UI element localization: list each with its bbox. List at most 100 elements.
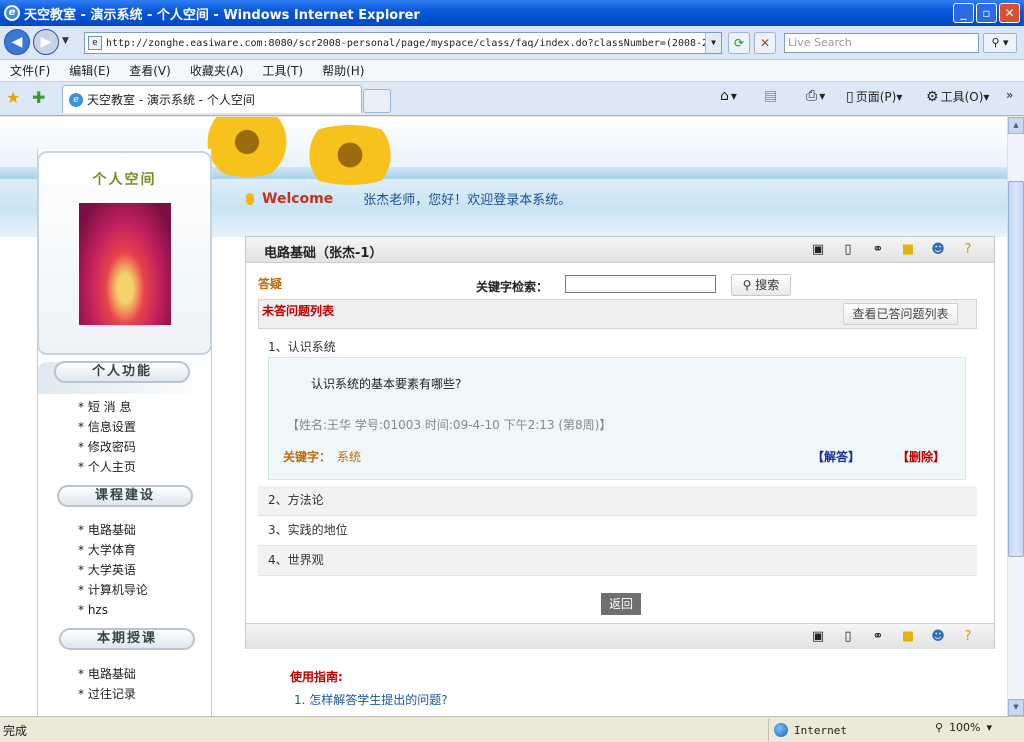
sidebar-item-teaching[interactable]: 电路基础 bbox=[78, 665, 136, 682]
keyword-input[interactable] bbox=[565, 275, 716, 293]
keyword-value: 系统 bbox=[337, 450, 362, 464]
search-go-button[interactable]: ⚲ ▾ bbox=[983, 33, 1017, 53]
help-icon[interactable]: ? bbox=[958, 241, 978, 259]
minimize-button[interactable]: _ bbox=[953, 3, 974, 23]
sidebar-item-change-password[interactable]: 修改密码 bbox=[78, 438, 136, 455]
page-content: Welcome 张杰老师，您好！欢迎登录本系统。 个人空间 个人功能 短 消 息… bbox=[0, 117, 1007, 716]
menu-tools[interactable]: 工具(T) bbox=[262, 62, 303, 79]
window-title: 天空教室 - 演示系统 - 个人空间 - Windows Internet Ex… bbox=[24, 7, 420, 23]
keyword-row-label: 关键字： bbox=[283, 450, 332, 464]
menu-view[interactable]: 查看(V) bbox=[129, 62, 171, 79]
search-button[interactable]: ⚲ 搜索 bbox=[731, 274, 791, 296]
scroll-up-icon[interactable]: ▲ bbox=[1008, 117, 1024, 134]
title-bar: e 天空教室 - 演示系统 - 个人空间 - Windows Internet … bbox=[0, 0, 1024, 26]
ie-logo-icon: e bbox=[4, 5, 20, 21]
tools-menu-button[interactable]: ⚙ 工具(O) ▾ bbox=[926, 88, 989, 105]
security-zone: Internet bbox=[768, 719, 928, 741]
vertical-scrollbar[interactable]: ▲ ▼ bbox=[1007, 117, 1024, 716]
home-button[interactable]: ⌂ ▾ bbox=[720, 88, 737, 104]
welcome-bar: Welcome 张杰老师，您好！欢迎登录本系统。 bbox=[246, 189, 571, 208]
welcome-message: 张杰老师，您好！欢迎登录本系统。 bbox=[363, 193, 572, 208]
scroll-down-icon[interactable]: ▼ bbox=[1008, 699, 1024, 716]
view-answered-button[interactable]: 查看已答问题列表 bbox=[843, 303, 958, 325]
sidebar-item-course[interactable]: 大学英语 bbox=[78, 561, 136, 578]
page-icon: e bbox=[88, 36, 102, 50]
toolbar-overflow-icon[interactable]: » bbox=[1006, 88, 1013, 102]
url-text: http://zonghe.easiware.com:8080/scr2008-… bbox=[106, 37, 709, 49]
feeds-button[interactable]: ▤ bbox=[764, 88, 779, 104]
section-title-current-teaching: 本期授课 bbox=[59, 628, 195, 650]
add-favorite-icon[interactable]: ✚ bbox=[32, 88, 45, 107]
question-item[interactable]: 2、方法论 bbox=[258, 486, 977, 516]
document-icon[interactable]: ▯ bbox=[838, 628, 858, 646]
sidebar-item-history[interactable]: 过往记录 bbox=[78, 685, 136, 702]
window-controls: _ ▫ ✕ bbox=[953, 3, 1020, 23]
search-input[interactable]: Live Search bbox=[784, 33, 979, 53]
zone-label: Internet bbox=[794, 723, 847, 737]
tab-active[interactable]: e 天空教室 - 演示系统 - 个人空间 bbox=[62, 85, 362, 113]
status-text: 完成 bbox=[3, 724, 28, 738]
question-meta: 【姓名:王华 学号:01003 时间:09-4-10 下午2:13 (第8周)】 bbox=[287, 418, 612, 432]
guide-item[interactable]: 1. 怎样解答学生提出的问题? bbox=[294, 691, 448, 708]
note-icon[interactable]: ■ bbox=[898, 241, 918, 259]
menu-file[interactable]: 文件(F) bbox=[10, 62, 50, 79]
menu-favorites[interactable]: 收藏夹(A) bbox=[190, 62, 244, 79]
zoom-control[interactable]: ⚲ 100% ▾ bbox=[935, 721, 992, 734]
page-menu-button[interactable]: ▯ 页面(P) ▾ bbox=[846, 88, 902, 105]
menu-bar: 文件(F) 编辑(E) 查看(V) 收藏夹(A) 工具(T) 帮助(H) bbox=[0, 60, 1024, 82]
panel-title: 电路基础（张杰-1） bbox=[264, 246, 383, 261]
tab-row: ★ ✚ e 天空教室 - 演示系统 - 个人空间 ⌂ ▾ ▤ ⎙ ▾ ▯ 页面(P) ▾… bbox=[0, 82, 1024, 116]
sidebar-item-course[interactable]: 计算机导论 bbox=[78, 581, 148, 598]
favorites-star-icon[interactable]: ★ bbox=[6, 88, 20, 107]
link-icon[interactable]: ⚭ bbox=[868, 241, 888, 259]
question-text: 认识系统的基本要素有哪些? bbox=[311, 377, 462, 391]
profile-title: 个人空间 bbox=[92, 172, 157, 188]
sidebar-item-course[interactable]: 大学体育 bbox=[78, 541, 136, 558]
link-icon[interactable]: ⚭ bbox=[868, 628, 888, 646]
welcome-word: Welcome bbox=[262, 190, 334, 207]
question-item[interactable]: 4、世界观 bbox=[258, 546, 977, 576]
menu-edit[interactable]: 编辑(E) bbox=[69, 62, 110, 79]
back-button-page[interactable]: 返回 bbox=[601, 593, 641, 615]
globe-icon bbox=[774, 723, 788, 737]
new-tab-button[interactable] bbox=[363, 89, 391, 113]
menu-help[interactable]: 帮助(H) bbox=[322, 62, 364, 79]
help-icon[interactable]: ? bbox=[958, 628, 978, 646]
document-icon[interactable]: ▯ bbox=[838, 241, 858, 259]
panel-footer: ▣ ▯ ⚭ ■ ☻ ? bbox=[246, 623, 994, 649]
tools-menu-label: 工具(O) bbox=[940, 90, 984, 104]
section-title-personal: 个人功能 bbox=[54, 361, 190, 383]
browser-window: e 天空教室 - 演示系统 - 个人空间 - Windows Internet … bbox=[0, 0, 1024, 742]
answer-link[interactable]: 【解答】 bbox=[812, 448, 860, 465]
address-dropdown-icon[interactable]: ▼ bbox=[705, 33, 721, 53]
keyword-row: 关键字： 系统 bbox=[283, 448, 361, 465]
users-icon[interactable]: ☻ bbox=[928, 241, 948, 259]
print-button[interactable]: ⎙ ▾ bbox=[806, 88, 825, 104]
profile-card: 个人空间 bbox=[37, 151, 212, 355]
home-icon: ⌂ bbox=[720, 88, 729, 104]
sidebar-item-homepage[interactable]: 个人主页 bbox=[78, 458, 136, 475]
refresh-icon[interactable]: ⟳ bbox=[728, 32, 750, 54]
question-item[interactable]: 3、实践的地位 bbox=[258, 516, 977, 546]
maximize-button[interactable]: ▫ bbox=[976, 3, 997, 23]
note-icon[interactable]: ■ bbox=[898, 628, 918, 646]
back-button[interactable]: ◀ bbox=[4, 29, 30, 55]
section-label: 答疑 bbox=[258, 277, 283, 291]
search-button-label: 搜索 bbox=[755, 278, 780, 292]
guide-title: 使用指南: bbox=[290, 670, 343, 684]
history-dropdown-icon[interactable]: ▼ bbox=[62, 36, 69, 46]
address-field[interactable]: e http://zonghe.easiware.com:8080/scr200… bbox=[84, 32, 722, 54]
forward-button[interactable]: ▶ bbox=[33, 29, 59, 55]
sidebar-item-course[interactable]: hzs bbox=[78, 603, 108, 617]
card-icon[interactable]: ▣ bbox=[808, 241, 828, 259]
delete-link[interactable]: 【删除】 bbox=[897, 448, 945, 465]
sidebar-item-course[interactable]: 电路基础 bbox=[78, 521, 136, 538]
sidebar-item-messages[interactable]: 短 消 息 bbox=[78, 398, 132, 415]
card-icon[interactable]: ▣ bbox=[808, 628, 828, 646]
stop-icon[interactable]: ✕ bbox=[754, 32, 776, 54]
scroll-thumb[interactable] bbox=[1008, 181, 1024, 557]
users-icon[interactable]: ☻ bbox=[928, 628, 948, 646]
search-icon: ⚲ bbox=[742, 278, 752, 292]
sidebar-item-info-settings[interactable]: 信息设置 bbox=[78, 418, 136, 435]
close-button[interactable]: ✕ bbox=[999, 3, 1020, 23]
